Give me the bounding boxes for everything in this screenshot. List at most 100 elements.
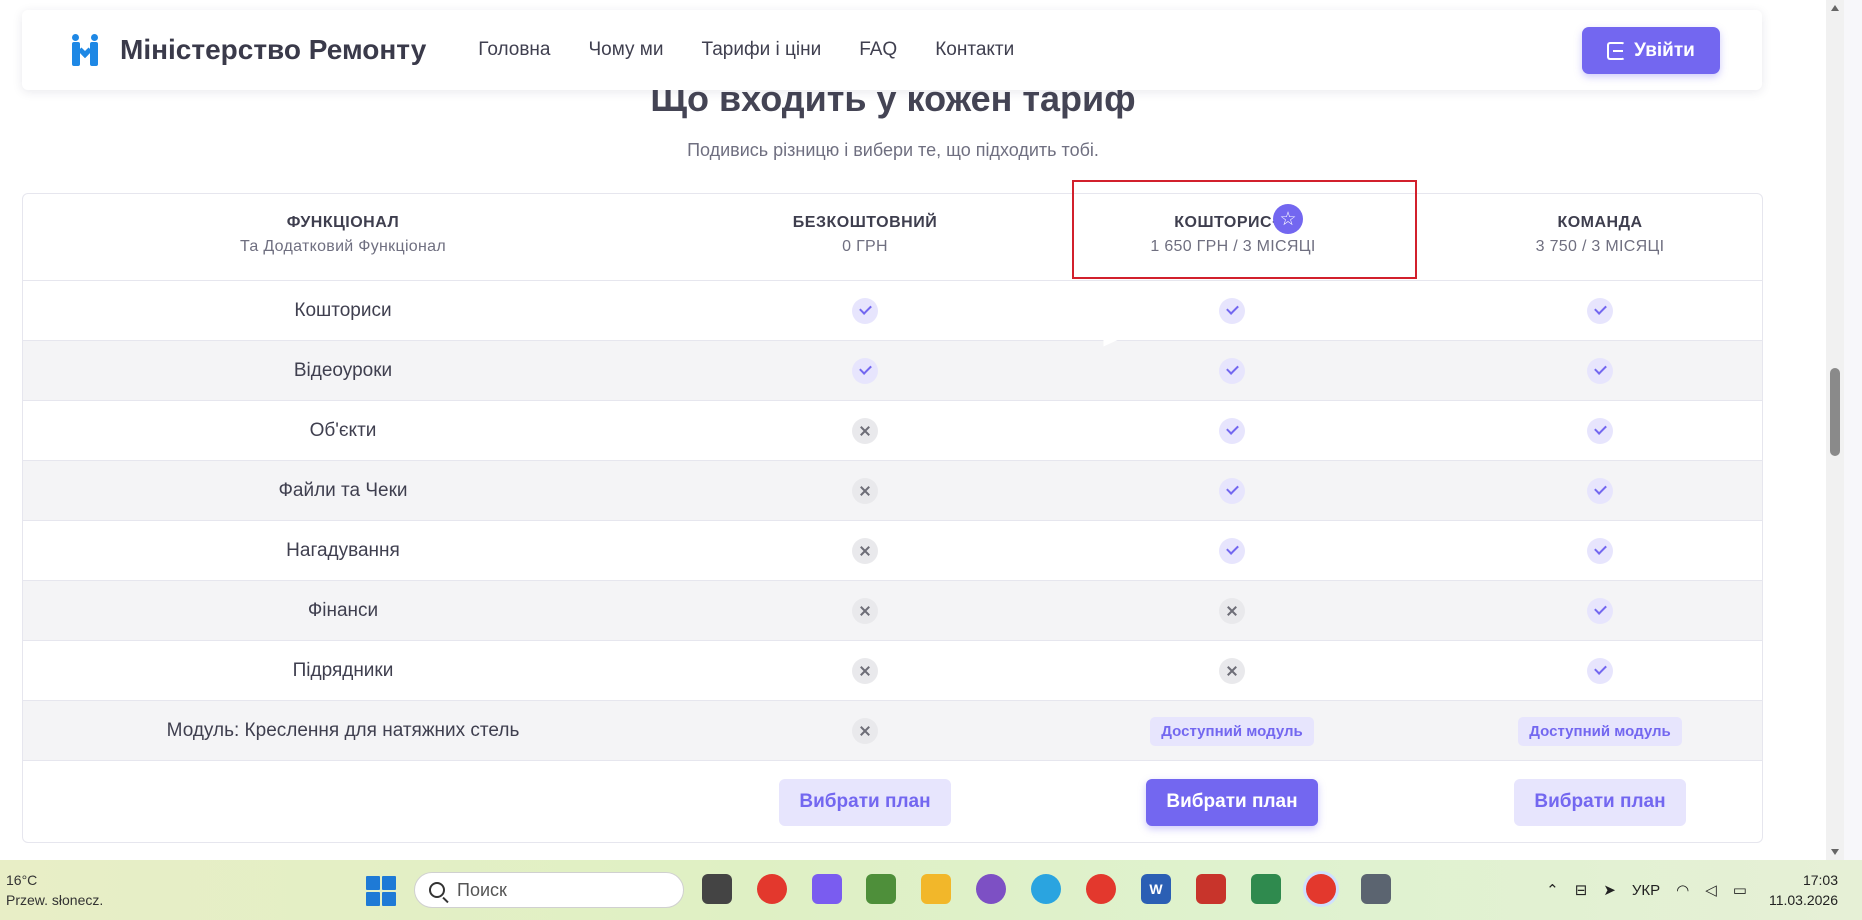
wifi-icon[interactable]: ◠ [1676, 881, 1689, 899]
feature-cell: Доступний модуль [1500, 701, 1700, 761]
star-icon: ☆ [1273, 204, 1303, 234]
feature-cell [1500, 401, 1700, 461]
cross-icon [852, 658, 878, 684]
feature-cell [1132, 581, 1332, 641]
scroll-up-arrow-icon[interactable] [1831, 5, 1839, 11]
feature-label: Модуль: Креслення для натяжних стель [166, 720, 520, 741]
chrome-profile-icon[interactable] [1086, 874, 1116, 904]
check-icon [852, 298, 878, 324]
check-icon [1587, 298, 1613, 324]
feature-label: Кошториси [294, 300, 392, 321]
plan-title: БЕЗКОШТОВНИЙ [792, 214, 938, 231]
phone-link-icon[interactable] [1251, 874, 1281, 904]
scrollbar-thumb[interactable] [1830, 368, 1840, 456]
tray-chevron-icon[interactable]: ⌃ [1546, 881, 1559, 899]
table-row: Кошториси [23, 281, 1762, 341]
copilot-icon[interactable] [812, 874, 842, 904]
calculator-icon[interactable] [1361, 874, 1391, 904]
feature-cell: Доступний модуль [1132, 701, 1332, 761]
telegram-icon[interactable] [1031, 874, 1061, 904]
logo[interactable]: Міністерство Ремонту [72, 34, 426, 66]
weather-widget[interactable]: 16°C Przew. słonecz. [6, 870, 103, 910]
choose-plan-koshtorys-button[interactable]: Вибрати план [1146, 778, 1318, 826]
viber-icon[interactable] [976, 874, 1006, 904]
feature-cell [1132, 641, 1332, 701]
nav-link-faq[interactable]: FAQ [859, 39, 897, 61]
feature-cell [1132, 341, 1332, 401]
task-view-icon[interactable] [702, 874, 732, 904]
table-row: Модуль: Креслення для натяжних стель Дост… [23, 701, 1762, 761]
nav-link-contacts[interactable]: Контакти [935, 39, 1014, 61]
check-icon [1219, 478, 1245, 504]
scroll-down-arrow-icon[interactable] [1831, 849, 1839, 855]
table-row: Відеоуроки [23, 341, 1762, 401]
check-icon [1219, 358, 1245, 384]
check-icon [1587, 538, 1613, 564]
highlight-box [1072, 180, 1417, 279]
table-header: ФУНКЦІОНАЛ Та Додатковий Функціонал БЕЗК… [23, 194, 1762, 281]
feature-cell [1132, 281, 1332, 341]
nav-link-pricing[interactable]: Тарифи і ціни [701, 39, 821, 61]
scrollbar[interactable] [1826, 0, 1844, 860]
plan-price: 0 ГРН [842, 238, 888, 255]
feature-label: Нагадування [286, 540, 400, 561]
login-icon [1607, 41, 1626, 60]
feature-cell [765, 581, 965, 641]
search-icon [429, 882, 445, 898]
word-icon[interactable]: W [1141, 874, 1171, 904]
feature-cell [1500, 281, 1700, 341]
paint-icon[interactable] [866, 874, 896, 904]
feature-label: Підрядники [292, 660, 394, 681]
cross-icon [852, 418, 878, 444]
check-icon [1219, 298, 1245, 324]
navbar: Міністерство Ремонту Головна Чому ми Тар… [22, 10, 1762, 90]
header-feature-sub: Та Додатковий Функціонал [240, 238, 446, 255]
feature-cell [1500, 341, 1700, 401]
check-icon [1587, 478, 1613, 504]
table-row: Файли та Чеки [23, 461, 1762, 521]
choose-plan-team-button[interactable]: Вибрати план [1514, 778, 1686, 826]
nav-link-home[interactable]: Головна [478, 39, 550, 61]
clock-time: 17:03 [1802, 872, 1838, 888]
windows-start-icon[interactable] [366, 876, 396, 906]
network-icon[interactable]: ⊟ [1575, 881, 1588, 899]
choose-plan-free-button[interactable]: Вибрати план [779, 778, 951, 826]
choose-cell: Вибрати план [1500, 761, 1700, 843]
nav-link-why-us[interactable]: Чому ми [588, 39, 663, 61]
location-icon[interactable]: ➤ [1603, 881, 1616, 899]
page: Міністерство Ремонту Головна Чому ми Тар… [0, 0, 1844, 860]
feature-cell [1500, 521, 1700, 581]
volume-icon[interactable]: ◁ [1705, 881, 1717, 899]
cross-icon [852, 478, 878, 504]
weather-temp: 16°C [6, 872, 38, 888]
plan-price: 3 750 / 3 МІСЯЦІ [1535, 238, 1665, 255]
weather-text: Przew. słonecz. [6, 892, 104, 908]
check-icon [1219, 538, 1245, 564]
feature-label: Об'єкти [309, 420, 377, 441]
taskbar-search[interactable]: Поиск [414, 872, 684, 908]
login-button[interactable]: Увійти [1582, 27, 1720, 74]
clock[interactable]: 17:03 11.03.2026 [1769, 870, 1838, 910]
header-plan-team: КОМАНДА 3 750 / 3 МІСЯЦІ [1450, 214, 1750, 256]
table-row: Об'єкти [23, 401, 1762, 461]
feature-cell [765, 641, 965, 701]
feature-cell [765, 401, 965, 461]
table-row: Підрядники [23, 641, 1762, 701]
feature-label: Фінанси [307, 600, 379, 621]
app-icon[interactable] [1196, 874, 1226, 904]
logo-text: Міністерство Ремонту [120, 34, 427, 65]
section-subtitle: Подивись різницю і вибери те, що підходи… [687, 140, 1099, 160]
language-indicator[interactable]: УКР [1632, 882, 1660, 899]
clock-date: 11.03.2026 [1768, 892, 1838, 908]
chrome-icon[interactable] [757, 874, 787, 904]
feature-label: Файли та Чеки [278, 480, 408, 501]
file-explorer-icon[interactable] [921, 874, 951, 904]
check-icon [1219, 418, 1245, 444]
feature-cell [765, 281, 965, 341]
feature-cell [765, 461, 965, 521]
feature-cell [1500, 461, 1700, 521]
chrome-active-icon[interactable] [1306, 874, 1336, 904]
login-label: Увійти [1634, 39, 1695, 61]
plan-title: КОМАНДА [1557, 214, 1643, 231]
battery-icon[interactable]: ▭ [1733, 881, 1747, 899]
